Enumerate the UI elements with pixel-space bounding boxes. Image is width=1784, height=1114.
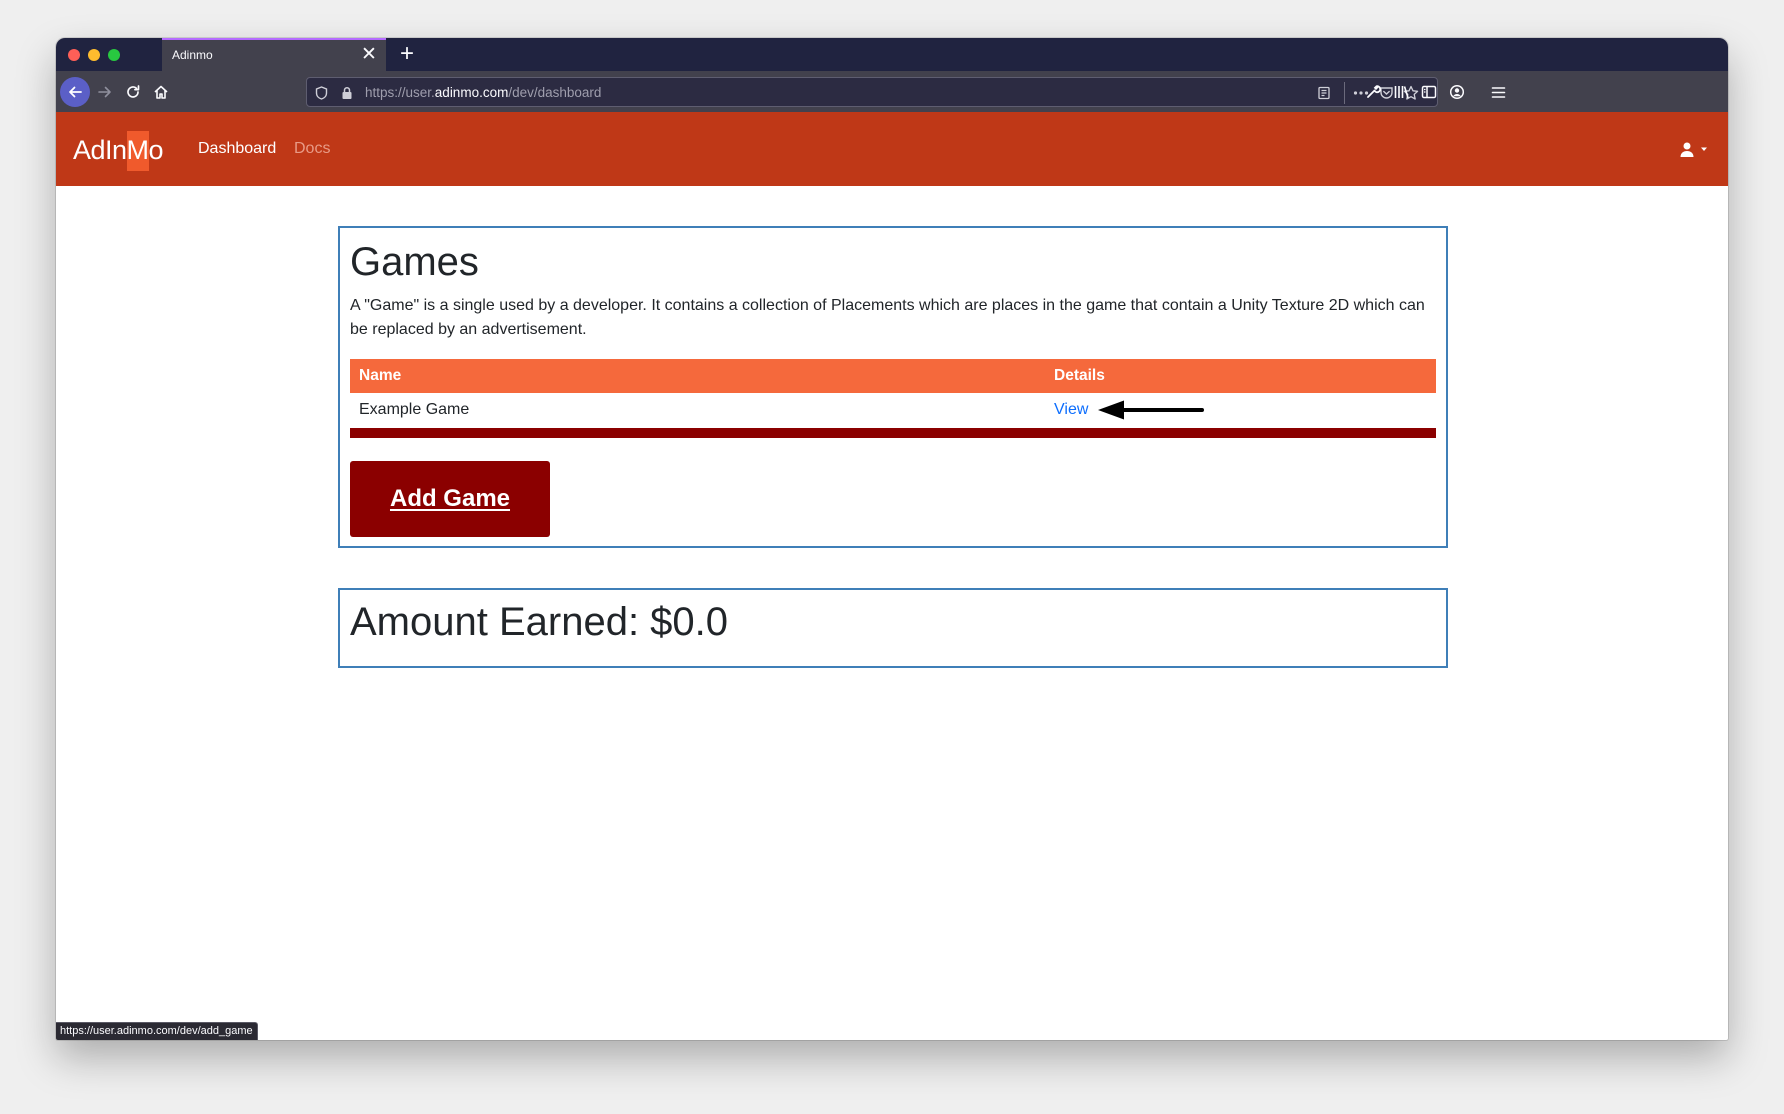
view-game-link[interactable]: View xyxy=(1054,401,1088,419)
table-footer-bar xyxy=(350,428,1436,438)
url-bar[interactable]: https://user.adinmo.com/dev/dashboard xyxy=(306,77,1438,107)
reader-view-icon[interactable] xyxy=(1314,83,1334,103)
games-table-header: Name Details xyxy=(350,359,1436,393)
account-button[interactable] xyxy=(1442,77,1472,107)
tab-close-icon[interactable]: ✕ xyxy=(358,43,380,67)
library-icon xyxy=(1394,86,1409,98)
url-path: /dev/dashboard xyxy=(508,85,602,100)
shield-icon[interactable] xyxy=(311,83,331,103)
column-header-name: Name xyxy=(359,367,402,384)
nav-docs-link[interactable]: Docs xyxy=(294,140,330,158)
forward-button[interactable] xyxy=(90,77,120,107)
lock-icon[interactable] xyxy=(337,83,357,103)
user-icon xyxy=(1680,142,1694,157)
browser-window: Adinmo ✕ + https://user.adinmo.com/dev/d… xyxy=(56,38,1728,1040)
forward-arrow-icon xyxy=(98,86,111,98)
back-arrow-icon xyxy=(69,86,82,98)
window-minimize-button[interactable] xyxy=(88,49,100,61)
library-button[interactable] xyxy=(1386,77,1416,107)
caret-down-icon xyxy=(1701,147,1707,151)
pointer-arrow-icon xyxy=(1098,400,1204,420)
add-game-button[interactable]: Add Game xyxy=(350,461,550,537)
table-row: Example Game View xyxy=(350,393,1436,428)
sidebar-button[interactable] xyxy=(1414,77,1444,107)
sidebar-icon xyxy=(1421,85,1437,99)
nav-dashboard-link[interactable]: Dashboard xyxy=(198,140,276,158)
url-prefix: https://user. xyxy=(365,85,435,100)
tab-title: Adinmo xyxy=(172,48,213,62)
adinmo-logo[interactable]: AdInMo xyxy=(73,130,164,171)
user-menu-dropdown[interactable] xyxy=(1680,138,1710,160)
reload-button[interactable] xyxy=(118,77,148,107)
navigation-toolbar: https://user.adinmo.com/dev/dashboard xyxy=(56,71,1728,112)
status-link-url: https://user.adinmo.com/dev/add_game xyxy=(56,1022,258,1040)
url-text[interactable]: https://user.adinmo.com/dev/dashboard xyxy=(365,85,601,100)
column-header-details: Details xyxy=(1054,367,1105,384)
back-button[interactable] xyxy=(60,77,90,107)
reload-icon xyxy=(127,85,140,98)
games-card: Games A "Game" is a single used by a dev… xyxy=(338,226,1448,548)
games-title: Games xyxy=(350,240,479,284)
window-close-button[interactable] xyxy=(68,49,80,61)
account-icon xyxy=(1449,84,1465,100)
game-name-cell: Example Game xyxy=(359,401,470,418)
window-maximize-button[interactable] xyxy=(108,49,120,61)
logo-text-left: AdIn xyxy=(73,135,127,165)
menu-icon xyxy=(1491,86,1505,98)
wrench-icon xyxy=(1367,85,1381,98)
amount-earned-heading: Amount Earned: $0.0 xyxy=(350,600,729,644)
games-description: A "Game" is a single used by a developer… xyxy=(350,297,1425,338)
wrench-button[interactable] xyxy=(1358,77,1388,107)
tab-strip: Adinmo ✕ + xyxy=(56,38,1728,71)
url-domain: adinmo.com xyxy=(434,85,509,100)
menu-button[interactable] xyxy=(1483,77,1513,107)
games-table: Name Details Example Game View xyxy=(350,359,1436,438)
logo-text-right: o xyxy=(148,135,164,165)
logo-text-accent: M xyxy=(126,131,149,171)
new-tab-icon[interactable]: + xyxy=(392,39,422,69)
tab-adinmo[interactable]: Adinmo ✕ xyxy=(162,38,386,71)
url-separator xyxy=(1344,82,1345,104)
site-header: AdInMo Dashboard Docs xyxy=(56,112,1728,186)
home-button[interactable] xyxy=(146,77,176,107)
home-icon xyxy=(154,85,168,99)
earnings-card: Amount Earned: $0.0 xyxy=(338,588,1448,668)
